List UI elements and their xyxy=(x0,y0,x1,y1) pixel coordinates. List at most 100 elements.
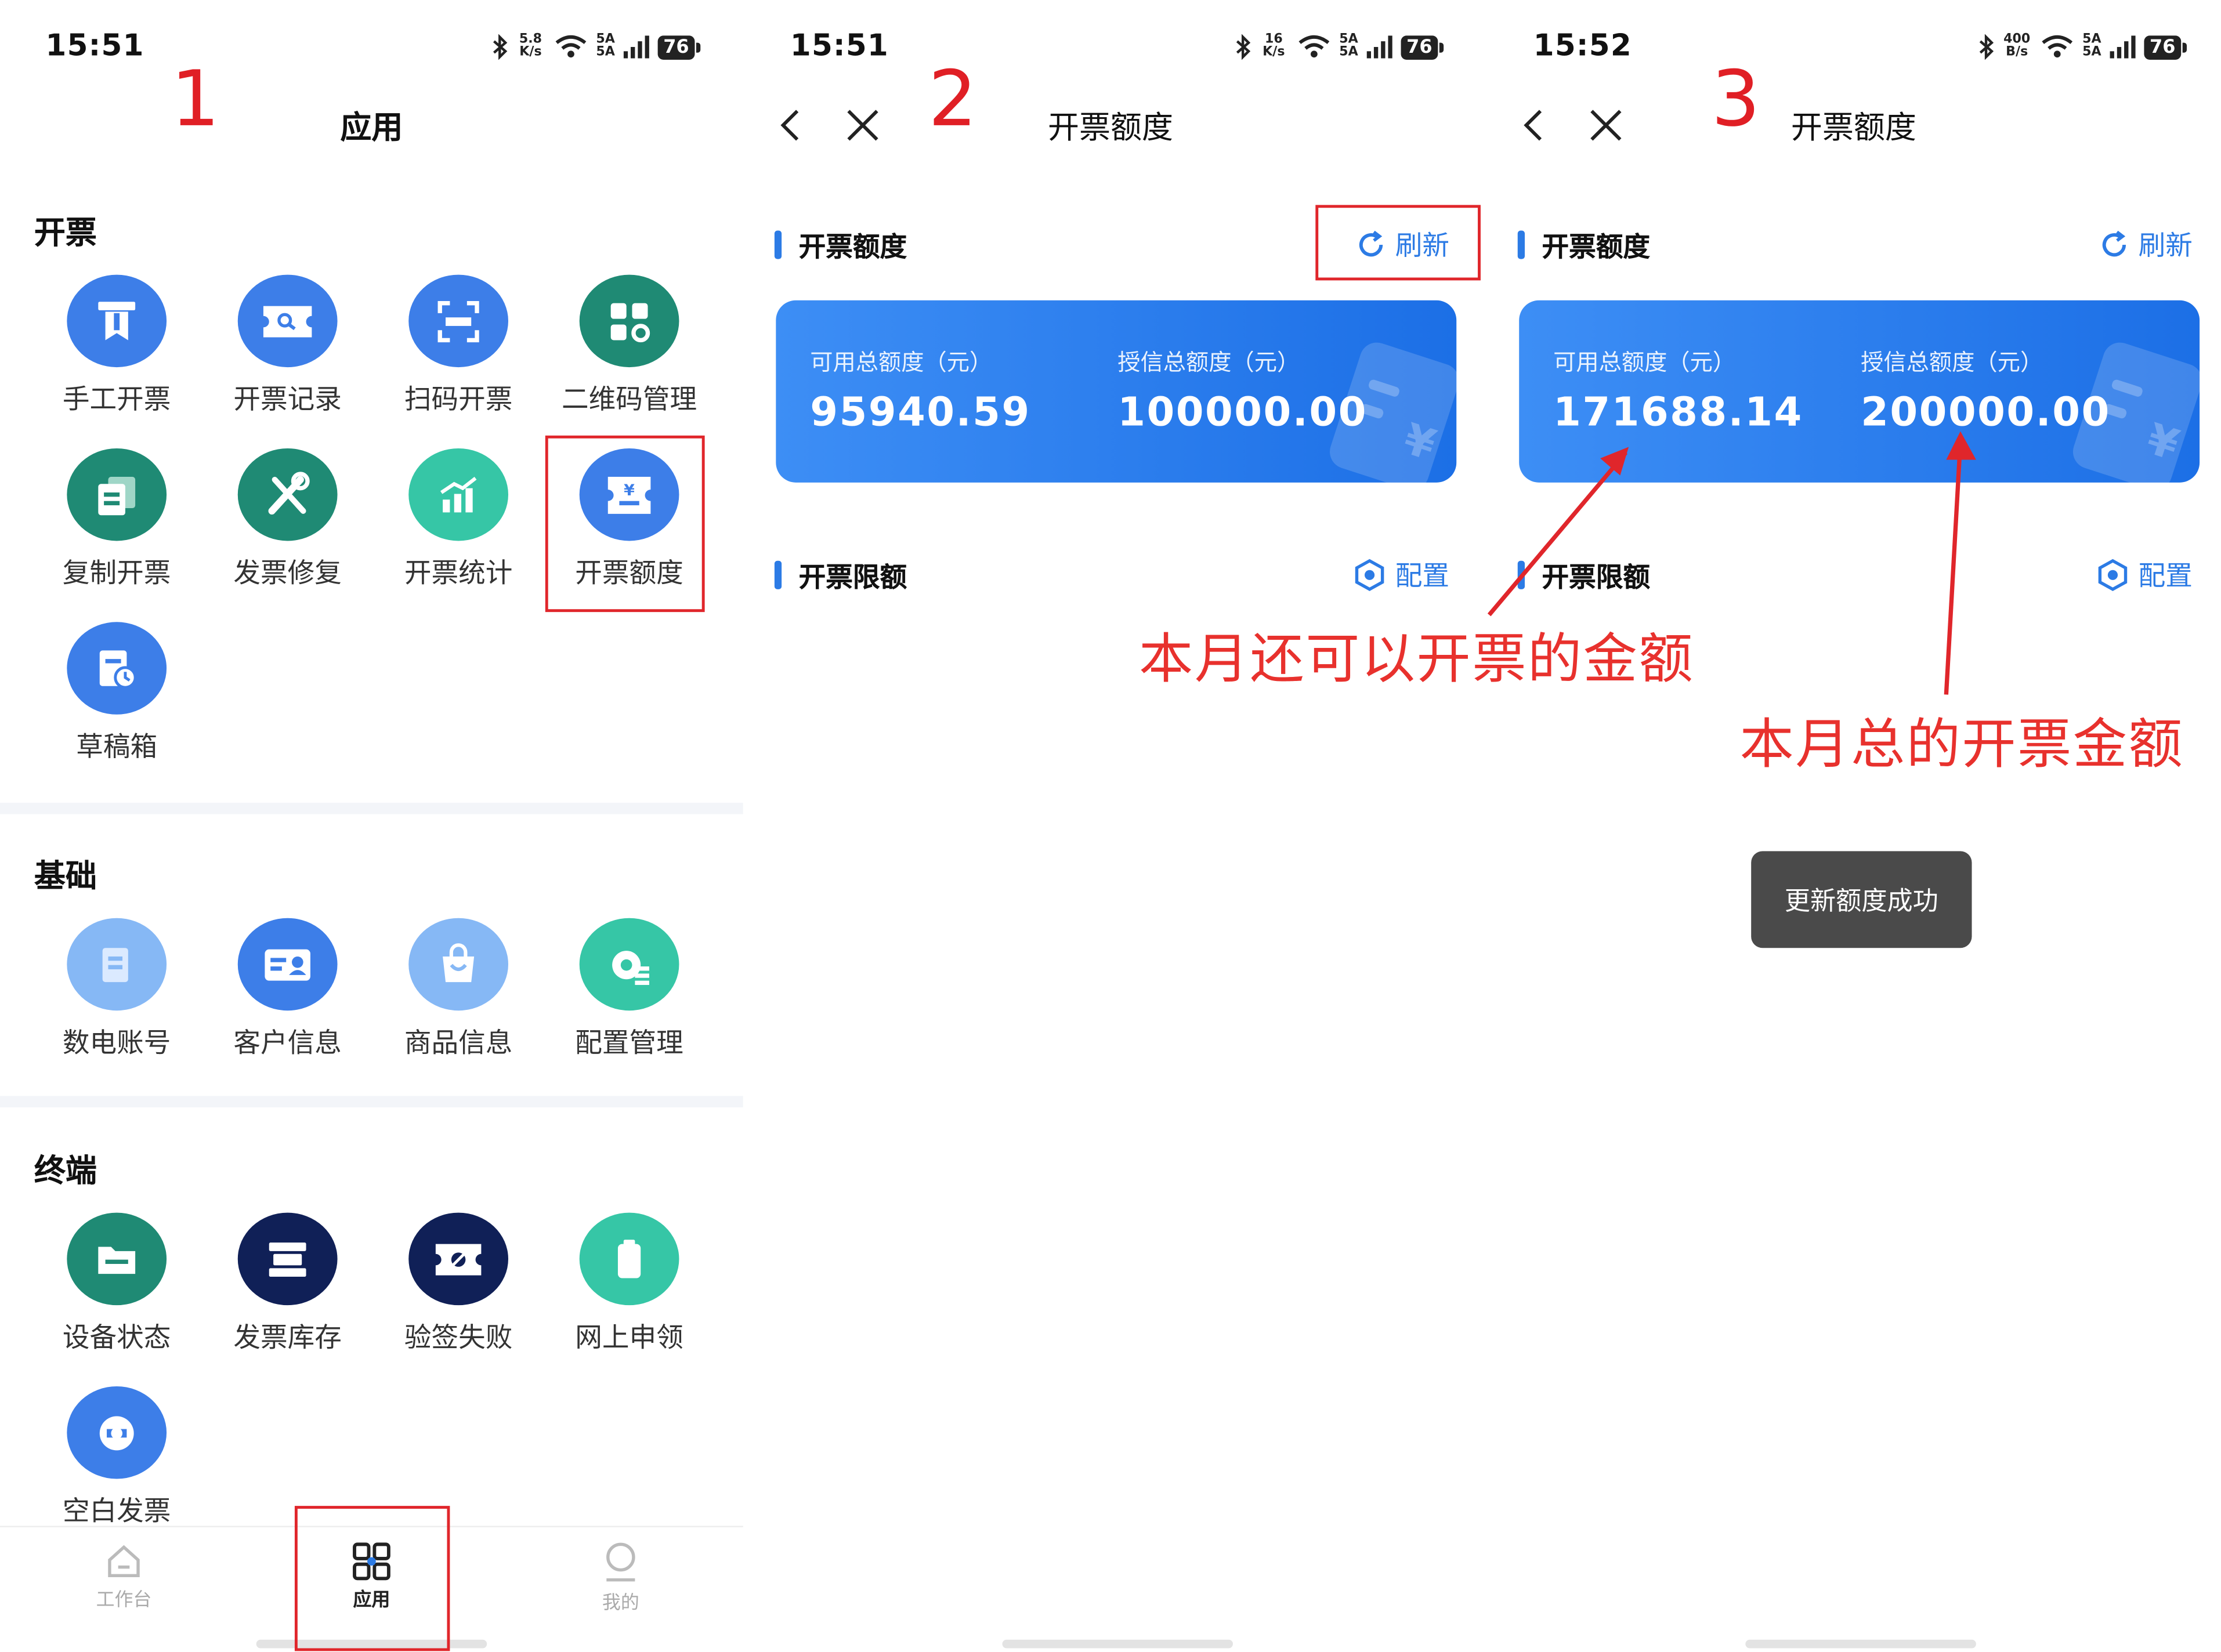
section-title-basic: 基础 xyxy=(34,860,97,896)
app-online-apply[interactable]: 网上申领 xyxy=(544,1212,714,1355)
app-invoice-inventory[interactable]: 发票库存 xyxy=(202,1212,372,1355)
apps-screen: 15:51 5.8K/s 5A5A 76 1 应用 开票 手工开票 开票记录 xyxy=(0,0,743,1652)
battery-indicator: 76 xyxy=(657,35,701,59)
user-icon xyxy=(606,1542,635,1582)
status-time: 15:52 xyxy=(1533,28,1632,63)
refresh-icon xyxy=(2102,230,2126,256)
section-title-invoicing: 开票 xyxy=(34,216,97,252)
app-verify-failed[interactable]: 验签失败 xyxy=(373,1212,544,1355)
annotation-available-note: 本月还可以开票的金额 xyxy=(1139,628,1695,691)
app-scan-invoice[interactable]: 扫码开票 xyxy=(373,274,544,417)
section-divider xyxy=(0,802,743,814)
network-speed: 16 K/s xyxy=(1263,32,1285,60)
cell-signal-icon xyxy=(2110,35,2136,59)
app-config-management[interactable]: 配置管理 xyxy=(544,918,714,1060)
signal-label: 5A 5A xyxy=(2082,32,2101,60)
copy-icon xyxy=(98,476,136,515)
scan-icon xyxy=(437,300,479,342)
draft-clock-icon xyxy=(99,650,137,689)
app-qrcode-management[interactable]: 二维码管理 xyxy=(544,274,714,417)
page-title: 开票额度 xyxy=(1790,111,1916,147)
app-product-info[interactable]: 商品信息 xyxy=(373,918,544,1060)
status-icons: 5.8 K/s 5A 5A 76 xyxy=(491,32,701,60)
app-invoice-repair[interactable]: 发票修复 xyxy=(202,448,372,590)
config-button[interactable]: 配置 xyxy=(2096,555,2193,593)
page-title: 应用 xyxy=(340,111,403,147)
app-digital-account[interactable]: 数电账号 xyxy=(31,918,202,1060)
app-device-status[interactable]: 设备状态 xyxy=(31,1212,202,1355)
battery-indicator: 76 xyxy=(2144,35,2187,59)
ticket-search-icon xyxy=(263,305,312,337)
home-indicator xyxy=(1745,1639,1976,1649)
app-customer-info[interactable]: 客户信息 xyxy=(202,918,372,1060)
search-ticket-icon xyxy=(99,1415,134,1450)
app-copy-invoice[interactable]: 复制开票 xyxy=(31,448,202,590)
bluetooth-icon xyxy=(1978,34,1994,60)
clipboard-icon xyxy=(617,1239,641,1278)
annotation-credit-note: 本月总的开票金额 xyxy=(1739,713,2184,776)
bar-chart-icon xyxy=(440,476,477,512)
cell-signal-icon xyxy=(1366,35,1392,59)
back-icon[interactable] xyxy=(772,106,812,146)
account-doc-icon xyxy=(102,947,128,981)
manual-invoice-icon xyxy=(98,300,136,340)
config-button[interactable]: 配置 xyxy=(1352,555,1449,593)
status-bar: 15:52 400 B/s 5A 5A 76 xyxy=(1486,26,2221,68)
quota-card: 可用总额度（元） 授信总额度（元） 171688.14 200000.00 ¥ xyxy=(1519,300,2200,483)
available-quota-label: 可用总额度（元） xyxy=(1553,349,1736,376)
refresh-button[interactable]: 刷新 xyxy=(2099,225,2193,263)
app-invoice-records[interactable]: 开票记录 xyxy=(202,274,372,417)
basic-grid: 数电账号 客户信息 商品信息 配置管理 xyxy=(31,918,715,1060)
available-quota-value: 171688.14 xyxy=(1553,388,1803,436)
home-icon xyxy=(108,1545,140,1578)
signal-label: 5A 5A xyxy=(596,32,615,60)
gear-list-icon xyxy=(612,950,649,984)
network-speed: 400 B/s xyxy=(2003,32,2031,60)
app-drafts[interactable]: 草稿箱 xyxy=(31,622,202,764)
close-icon[interactable] xyxy=(1586,106,1626,146)
settings-hexagon-icon xyxy=(2098,558,2128,590)
broken-ticket-icon xyxy=(435,1243,482,1275)
section-quota: 开票额度 xyxy=(1517,226,1650,263)
status-icons: 400 B/s 5A 5A 76 xyxy=(1977,32,2187,60)
folder-icon xyxy=(98,1246,136,1273)
status-bar: 15:51 5.8 K/s 5A 5A 76 xyxy=(0,26,743,68)
available-quota-value: 95940.59 xyxy=(810,388,1031,436)
wifi-icon xyxy=(1298,35,1329,58)
credit-quota-label: 授信总额度（元） xyxy=(1861,349,2043,376)
step-number-3: 3 xyxy=(1711,54,1760,144)
section-limit: 开票限额 xyxy=(774,556,907,593)
credit-quota-label: 授信总额度（元） xyxy=(1117,349,1300,376)
app-manual-invoice[interactable]: 手工开票 xyxy=(31,274,202,417)
toast-message: 更新额度成功 xyxy=(1751,851,1972,948)
status-icons: 16 K/s 5A 5A 76 xyxy=(1234,32,1444,60)
id-card-icon xyxy=(265,948,310,980)
settings-hexagon-icon xyxy=(1355,558,1384,590)
back-icon[interactable] xyxy=(1515,106,1555,146)
section-limit: 开票限额 xyxy=(1517,556,1650,593)
qrcode-gear-icon xyxy=(610,302,650,342)
highlight-invoice-quota xyxy=(545,435,705,613)
screenshot-collage: 15:51 5.8K/s 5A5A 76 1 应用 开票 手工开票 开票记录 xyxy=(0,0,2221,1652)
close-icon[interactable] xyxy=(843,106,883,146)
invoice-watermark-icon: ¥ xyxy=(2072,342,2200,483)
invoice-watermark-icon: ¥ xyxy=(1330,342,1457,483)
bluetooth-icon xyxy=(1236,34,1250,60)
app-blank-invoice[interactable]: 空白发票 xyxy=(31,1386,202,1528)
wifi-icon xyxy=(555,35,586,58)
invoice-stack-icon xyxy=(269,1241,306,1276)
status-time: 15:51 xyxy=(45,28,144,63)
battery-indicator: 76 xyxy=(1401,35,1444,59)
bluetooth-icon xyxy=(493,34,507,60)
wifi-icon xyxy=(2041,35,2072,58)
tab-mine[interactable]: 我的 xyxy=(556,1541,685,1614)
status-time: 15:51 xyxy=(790,28,889,63)
section-divider xyxy=(0,1096,743,1108)
section-quota: 开票额度 xyxy=(774,226,907,263)
cell-signal-icon xyxy=(623,35,649,59)
tab-workbench[interactable]: 工作台 xyxy=(60,1541,188,1611)
signal-label: 5A 5A xyxy=(1339,32,1358,60)
page-title: 开票额度 xyxy=(1047,111,1173,147)
app-invoice-statistics[interactable]: 开票统计 xyxy=(373,448,544,590)
tools-icon xyxy=(268,471,310,514)
